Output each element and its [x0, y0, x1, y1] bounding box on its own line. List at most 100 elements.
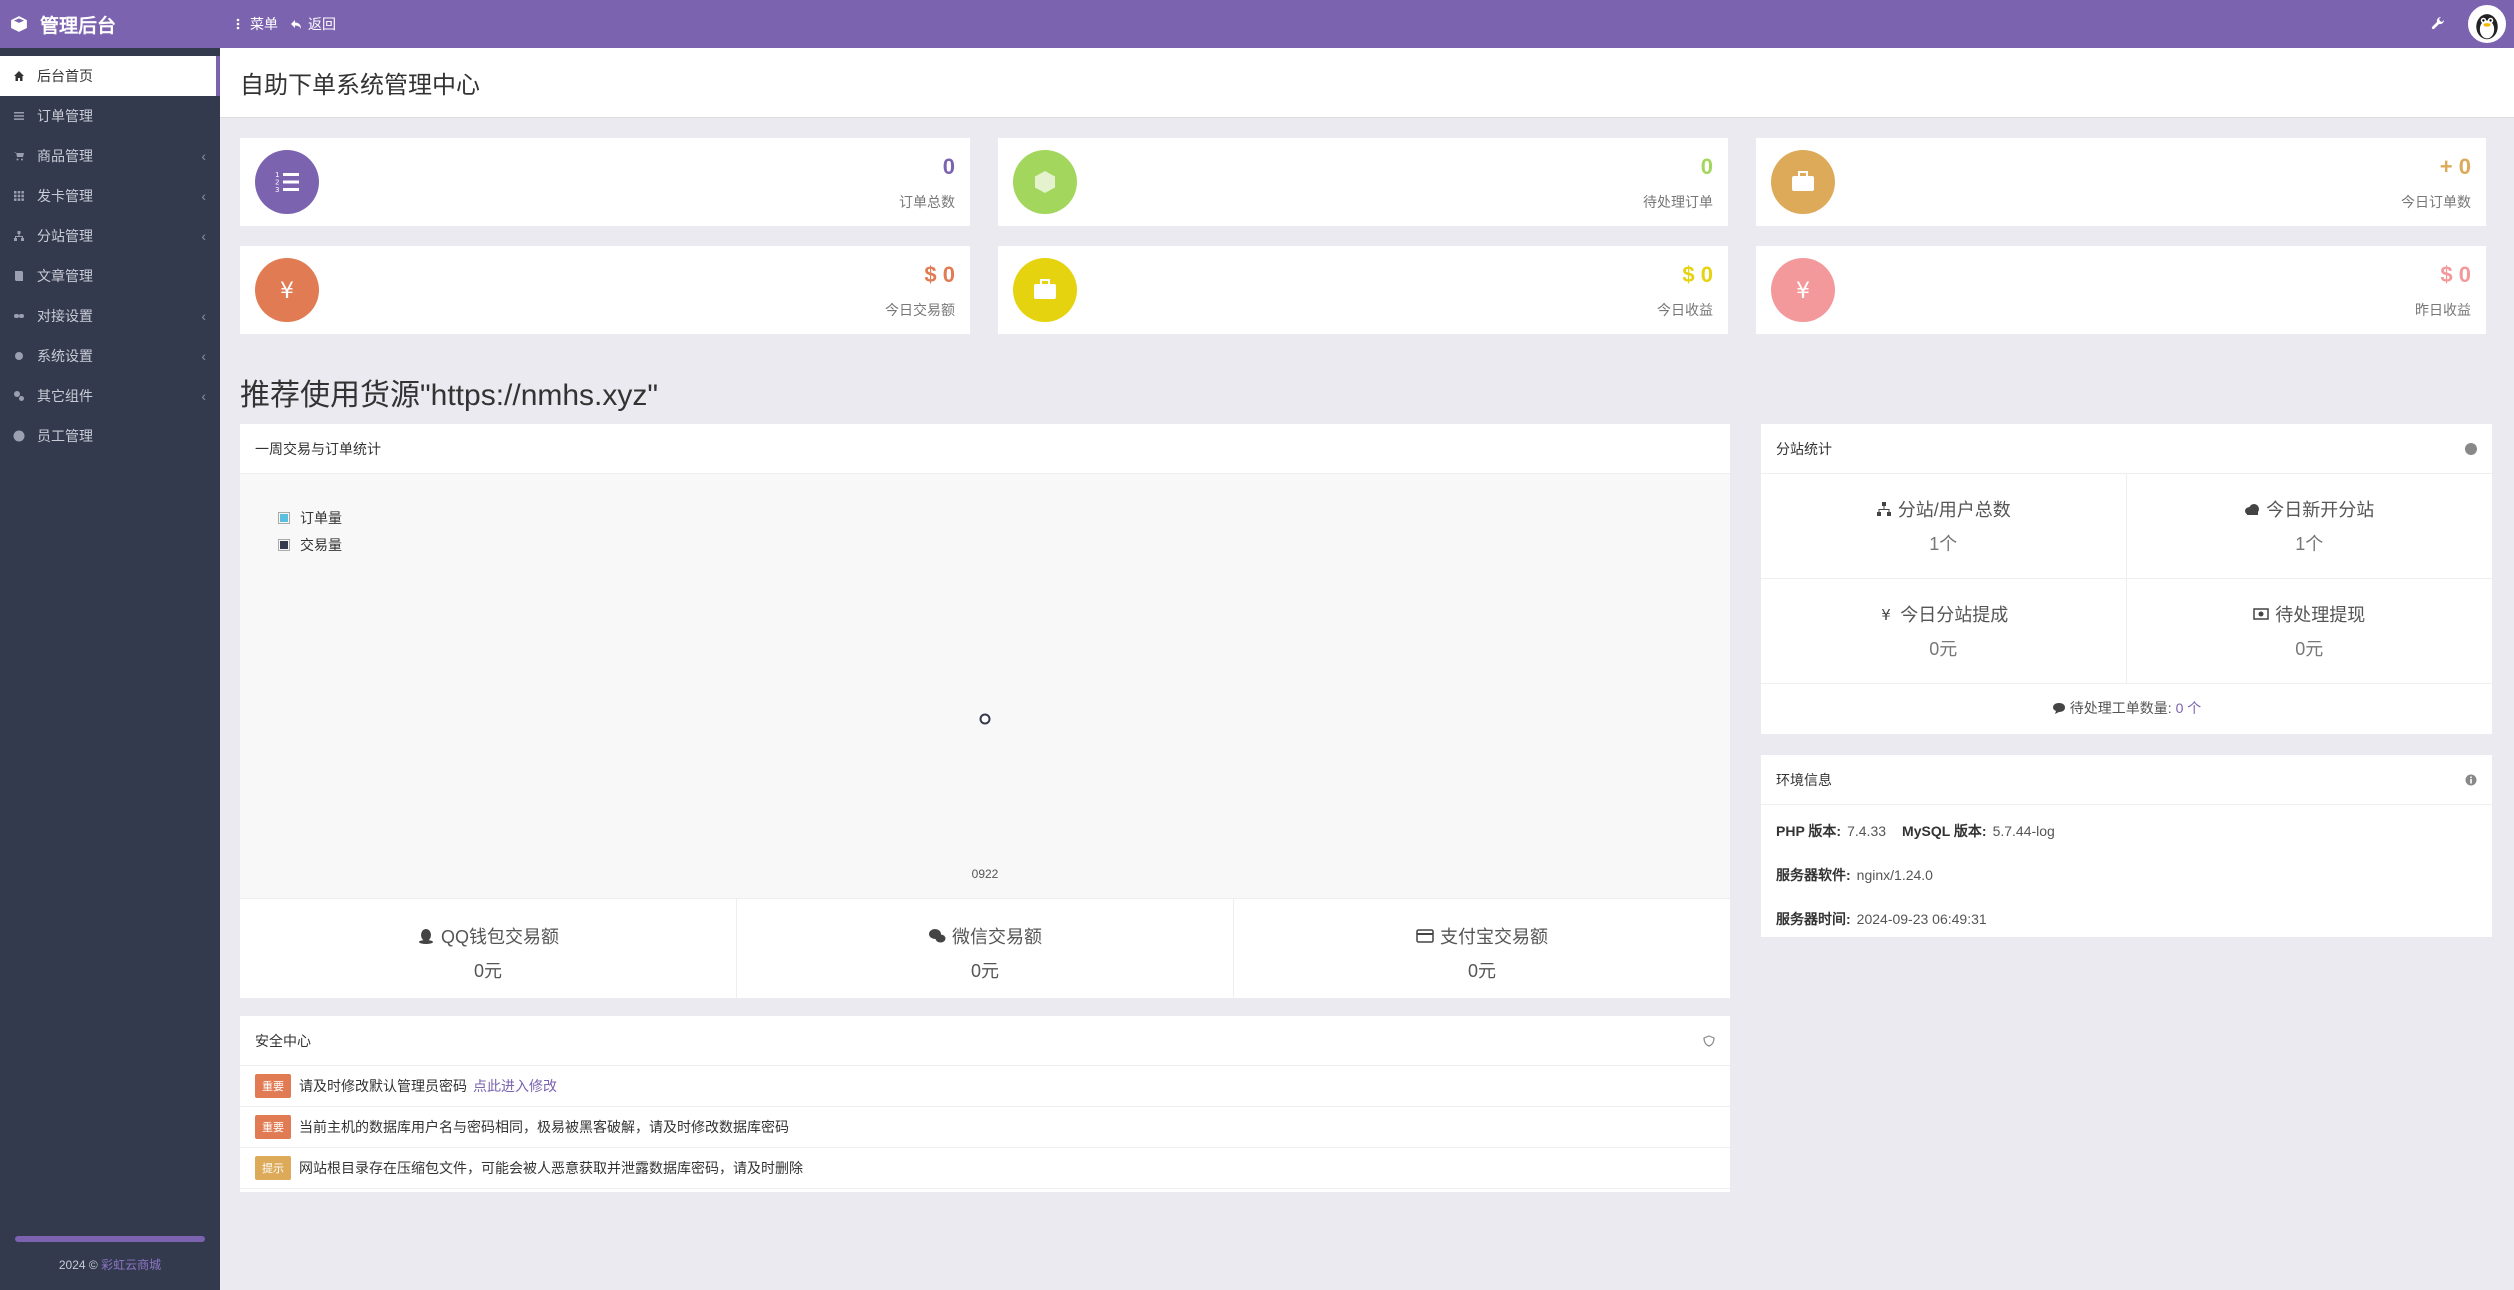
grid-icon: [13, 190, 25, 202]
substation-value: 1个: [2295, 534, 2324, 554]
substation-label: 今日新开分站: [2266, 500, 2375, 520]
sidebar-item-3[interactable]: 发卡管理 ‹: [0, 176, 220, 216]
sidebar-item-8[interactable]: 其它组件 ‹: [0, 376, 220, 416]
sidebar-item-0[interactable]: 后台首页: [0, 56, 220, 96]
stat-card-3: ¥ $ 0 今日交易额: [240, 246, 970, 334]
svg-text:3: 3: [275, 186, 279, 194]
avatar[interactable]: [2468, 5, 2506, 43]
severity-badge: 重要: [255, 1074, 291, 1098]
brand[interactable]: 管理后台: [0, 11, 220, 38]
chevron-left-icon: ‹: [201, 148, 206, 164]
copyright-year: 2024 ©: [58, 1258, 98, 1272]
transaction-label: QQ钱包交易额: [440, 927, 559, 947]
security-row: 提示 网站根目录存在压缩包文件，可能会被人恶意获取并泄露数据库密码，请及时删除: [240, 1148, 1730, 1189]
stat-label: 订单总数: [899, 194, 955, 210]
substation-value: 0元: [2295, 639, 2324, 659]
stat-card-0: 1 2 3 0 订单总数: [240, 138, 970, 226]
svg-text:¥: ¥: [1796, 279, 1810, 304]
transaction-cell-0: QQ钱包交易额 0元: [240, 899, 737, 998]
chart-area: 订单量 交易量 0922: [240, 474, 1730, 898]
substation-label: 分站/用户总数: [1897, 500, 2011, 520]
stat-label: 待处理订单: [1643, 194, 1713, 210]
top-bar: 管理后台 菜单 返回: [0, 0, 2514, 48]
security-panel-header: 安全中心: [240, 1016, 1730, 1066]
home-icon: [13, 70, 25, 82]
substation-cell-3: 待处理提现 0元: [2126, 579, 2492, 684]
reply-icon: [291, 20, 301, 29]
transaction-value: 0元: [970, 961, 999, 981]
sidebar-item-1[interactable]: 订单管理: [0, 96, 220, 136]
page-title: 自助下单系统管理中心: [240, 72, 480, 99]
env-time: 服务器时间: 2024-09-23 06:49:31: [1761, 897, 2492, 941]
chart-panel-header: 一周交易与订单统计: [240, 424, 1730, 474]
chevron-left-icon: ‹: [201, 308, 206, 324]
sidebar-footer: 2024 © 彩虹云商城: [0, 1236, 220, 1290]
copyright: 2024 © 彩虹云商城: [0, 1256, 220, 1273]
sidebar-item-9[interactable]: 员工管理: [0, 416, 220, 456]
copyright-link[interactable]: 彩虹云商城: [101, 1258, 161, 1272]
list-icon: [13, 110, 25, 122]
gear-icon: [13, 350, 25, 362]
ellipsis-vertical-icon: [236, 18, 240, 30]
data-point[interactable]: [979, 713, 991, 725]
pending-tickets[interactable]: 待处理工单数量: 0 个: [1761, 684, 2492, 732]
substation-cell-1: 今日新开分站 1个: [2126, 474, 2492, 579]
transaction-value: 0元: [1467, 961, 1496, 981]
comment-icon: [2052, 703, 2065, 714]
promo-text: 推荐使用货源"https://nmhs.xyz": [240, 379, 659, 412]
back-button[interactable]: 返回: [290, 14, 336, 34]
cube-icon: [11, 16, 27, 32]
penguin-avatar-icon: [2476, 14, 2498, 40]
security-message: 网站根目录存在压缩包文件，可能会被人恶意获取并泄露数据库密码，请及时删除: [299, 1160, 803, 1176]
cloud-icon: [2245, 504, 2260, 515]
sidebar-item-label: 文章管理: [37, 268, 93, 284]
book-icon: [13, 270, 25, 282]
yen-icon: ¥: [255, 258, 319, 322]
stat-card-4: $ 0 今日收益: [998, 246, 1728, 334]
substation-label: 待处理提现: [2275, 605, 2366, 625]
environment-panel-title: 环境信息: [1776, 771, 1832, 788]
sidebar-item-label: 系统设置: [37, 348, 93, 364]
stat-value: 0: [942, 154, 955, 179]
menu-button[interactable]: 菜单: [232, 14, 278, 34]
sidebar-item-2[interactable]: 商品管理 ‹: [0, 136, 220, 176]
chart-svg: 0922: [972, 713, 999, 881]
wechat-icon: [929, 929, 946, 943]
sitemap-icon: [13, 230, 25, 242]
security-row: 重要 请及时修改默认管理员密码 点此进入修改: [240, 1066, 1730, 1107]
stat-card-2: + 0 今日订单数: [1756, 138, 2486, 226]
sidebar-item-4[interactable]: 分站管理 ‹: [0, 216, 220, 256]
sidebar-item-6[interactable]: 对接设置 ‹: [0, 296, 220, 336]
wrench-icon[interactable]: [2430, 16, 2446, 32]
stat-value: 0: [1700, 154, 1713, 179]
substation-value: 0元: [1929, 639, 1958, 659]
security-message: 当前主机的数据库用户名与密码相同，极易被黑客破解，请及时修改数据库密码: [299, 1119, 789, 1135]
server-software-value: nginx/1.24.0: [1856, 867, 1933, 883]
status-dot-icon[interactable]: [2465, 442, 2477, 455]
severity-badge: 重要: [255, 1115, 291, 1139]
environment-panel: 环境信息 PHP 版本: 7.4.33 MySQL 版本: 5.7.44-log…: [1761, 755, 2492, 937]
stat-value: $ 0: [1682, 262, 1713, 287]
cart-icon: [13, 150, 25, 162]
chevron-left-icon: ‹: [201, 348, 206, 364]
sidebar-footer-bar: [15, 1236, 205, 1242]
sidebar-item-label: 其它组件: [37, 388, 93, 404]
sidebar-item-7[interactable]: 系统设置 ‹: [0, 336, 220, 376]
money-icon: [2253, 608, 2269, 620]
substation-cell-0: 分站/用户总数 1个: [1761, 474, 2127, 579]
substation-panel-header: 分站统计: [1761, 424, 2492, 474]
change-password-link[interactable]: 点此进入修改: [473, 1076, 557, 1096]
stat-card-1: 0 待处理订单: [998, 138, 1728, 226]
sidebar-item-5[interactable]: 文章管理: [0, 256, 220, 296]
briefcase-icon: [1771, 150, 1835, 214]
yen-icon: ¥: [1881, 606, 1891, 622]
chevron-left-icon: ‹: [201, 188, 206, 204]
sidebar-item-label: 后台首页: [37, 68, 93, 84]
cube-icon: [1013, 150, 1077, 214]
transaction-label: 微信交易额: [952, 927, 1042, 947]
security-message: 请及时修改默认管理员密码: [299, 1078, 467, 1094]
substation-panel: 分站统计 分站/用户总数 1个 今日新开分站 1个 ¥ 今日分站提成 0元 待处理提现 0元 待…: [1761, 424, 2492, 734]
php-version-label: PHP 版本:: [1776, 823, 1842, 839]
chevron-left-icon: ‹: [201, 388, 206, 404]
svg-text:¥: ¥: [280, 279, 294, 304]
